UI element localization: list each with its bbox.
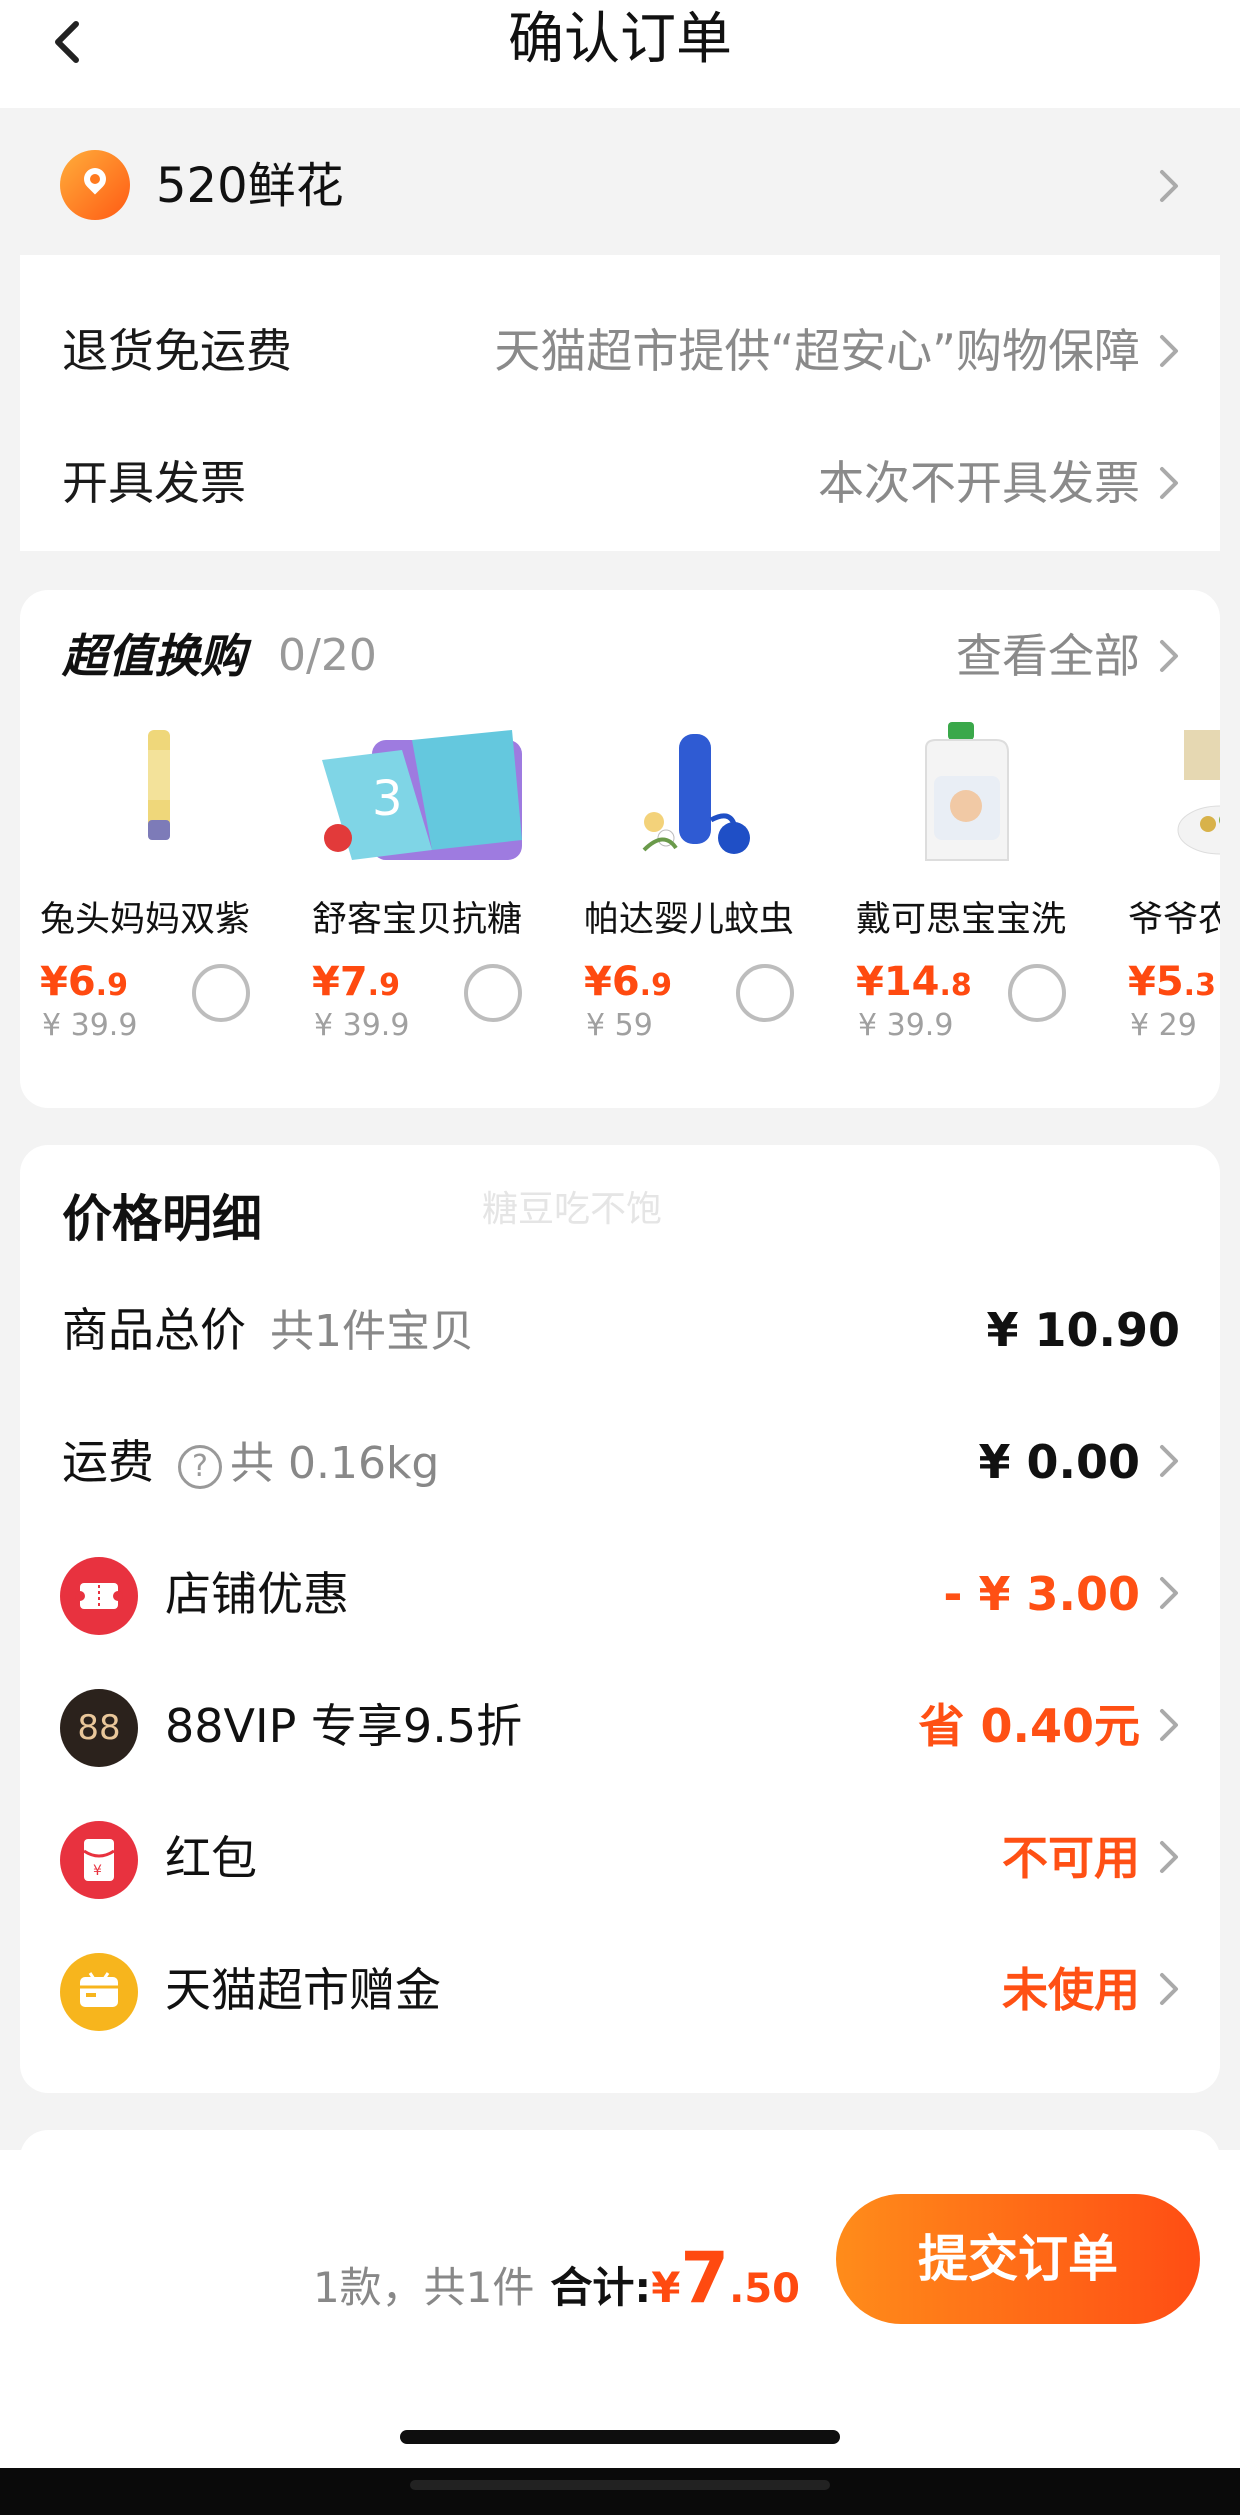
exchange-count: 0/20 xyxy=(278,630,377,681)
exchange-product[interactable]: 戴可思宝宝洗 ¥14.8 ¥ 39.9 xyxy=(836,720,1096,1090)
vip-discount-value: 省 0.40元 xyxy=(918,1699,1140,1753)
bottom-strip xyxy=(0,2468,1240,2515)
product-original-price: ¥ 29 xyxy=(1130,1008,1197,1043)
view-all-link[interactable]: 查看全部 xyxy=(956,626,1140,686)
product-price: ¥7.9 xyxy=(312,959,400,1005)
product-original-price: ¥ 39.9 xyxy=(858,1008,954,1043)
select-radio[interactable] xyxy=(1008,964,1066,1022)
watermark-text: 糖豆吃不饱 xyxy=(482,1189,663,1230)
gift-money-value: 未使用 xyxy=(1002,1963,1140,2017)
goods-count: 共1件宝贝 xyxy=(270,1306,474,1357)
return-shipping-label: 退货免运费 xyxy=(62,324,292,378)
product-image xyxy=(40,720,270,870)
chevron-right-icon xyxy=(1156,1441,1184,1481)
product-name: 舒客宝贝抗糖 xyxy=(312,900,523,940)
address-row[interactable]: 520鲜花 xyxy=(0,130,1240,240)
chevron-right-icon xyxy=(1156,1573,1184,1613)
product-image: 3 xyxy=(312,720,542,870)
product-image xyxy=(1128,720,1220,870)
product-original-price: ¥ 39.9 xyxy=(42,1008,138,1043)
product-name: 爷爷农 xyxy=(1128,900,1220,940)
product-price: ¥6.9 xyxy=(40,959,128,1005)
product-image xyxy=(584,720,814,870)
svg-text:¥: ¥ xyxy=(93,1863,102,1879)
goods-total-label: 商品总价 共1件宝贝 xyxy=(62,1303,474,1357)
svg-text:3: 3 xyxy=(372,771,403,827)
chevron-right-icon xyxy=(1156,1705,1184,1745)
red-packet-label: 红包 xyxy=(165,1831,257,1885)
shop-discount-label: 店铺优惠 xyxy=(165,1567,349,1621)
coupon-icon xyxy=(60,1557,138,1635)
product-name: 兔头妈妈双紫 xyxy=(40,900,251,940)
header: 确认订单 xyxy=(0,0,1240,108)
product-price: ¥6.9 xyxy=(584,959,672,1005)
item-count: 1款，共1件 xyxy=(312,2263,535,2312)
exchange-card: 超值换购 0/20 查看全部 兔头妈妈双紫 ¥6.9 ¥ 39.9 3 舒客宝贝… xyxy=(20,590,1220,1108)
order-summary: 1款，共1件 合计:¥7.50 xyxy=(313,2240,800,2327)
total-amount: ¥7.50 xyxy=(651,2237,800,2319)
gift-money-row[interactable]: 天猫超市赠金 未使用 xyxy=(20,1935,1220,2045)
product-price: ¥14.8 xyxy=(856,959,972,1005)
shop-discount-value: - ¥ 3.00 xyxy=(943,1567,1140,1621)
vip-discount-label: 88VIP 专享9.5折 xyxy=(165,1699,523,1753)
exchange-product[interactable]: 3 舒客宝贝抗糖 ¥7.9 ¥ 39.9 xyxy=(292,720,552,1090)
product-price: ¥5.3 xyxy=(1128,959,1216,1005)
shop-discount-row[interactable]: 店铺优惠 - ¥ 3.00 xyxy=(20,1539,1220,1649)
shipping-label: 运费? 共 0.16kg xyxy=(62,1435,440,1489)
gift-money-label: 天猫超市赠金 xyxy=(165,1963,441,2017)
product-image xyxy=(856,720,1086,870)
chevron-right-icon xyxy=(1156,636,1184,676)
submit-order-button[interactable]: 提交订单 xyxy=(836,2194,1200,2324)
vip-88-icon: 88 xyxy=(60,1689,138,1767)
goods-total-value: ¥ 10.90 xyxy=(986,1303,1180,1357)
select-radio[interactable] xyxy=(464,964,522,1022)
chevron-right-icon xyxy=(1156,463,1184,503)
product-original-price: ¥ 59 xyxy=(586,1008,653,1043)
exchange-product[interactable]: 爷爷农 ¥5.3 ¥ 29 xyxy=(1108,720,1220,1090)
exchange-title: 超值换购 xyxy=(62,629,246,683)
total-label: 合计: xyxy=(550,2263,652,2312)
select-radio[interactable] xyxy=(736,964,794,1022)
exchange-product-list: 兔头妈妈双紫 ¥6.9 ¥ 39.9 3 舒客宝贝抗糖 ¥7.9 ¥ 39.9 … xyxy=(20,720,1220,1100)
invoice-row[interactable]: 开具发票 本次不开具发票 xyxy=(20,433,1220,533)
chevron-right-icon xyxy=(1156,166,1184,206)
red-packet-icon: ¥ xyxy=(60,1821,138,1899)
price-detail-card: 价格明细 糖豆吃不饱 商品总价 共1件宝贝 ¥ 10.90 运费? 共 0.16kg… xyxy=(20,1145,1220,2093)
price-detail-title: 价格明细 xyxy=(62,1190,262,1248)
vip-discount-row[interactable]: 88 88VIP 专享9.5折 省 0.40元 xyxy=(20,1671,1220,1781)
bottom-bar: 1款，共1件 合计:¥7.50 提交订单 xyxy=(0,2150,1240,2470)
gift-card-icon xyxy=(60,1953,138,2031)
page-title: 确认订单 xyxy=(508,7,732,72)
goods-total-row: 商品总价 共1件宝贝 ¥ 10.90 xyxy=(20,1275,1220,1385)
chevron-right-icon xyxy=(1156,1837,1184,1877)
invoice-label: 开具发票 xyxy=(62,456,246,510)
services-card: 退货免运费 天猫超市提供“超安心”购物保障 开具发票 本次不开具发票 xyxy=(20,255,1220,551)
return-shipping-value: 天猫超市提供“超安心”购物保障 xyxy=(494,324,1140,378)
red-packet-value: 不可用 xyxy=(1002,1831,1140,1885)
shipping-weight: 共 0.16kg xyxy=(230,1438,440,1489)
chevron-right-icon xyxy=(1156,331,1184,371)
help-icon[interactable]: ? xyxy=(178,1445,222,1489)
exchange-product[interactable]: 帕达婴儿蚊虫 ¥6.9 ¥ 59 xyxy=(564,720,824,1090)
product-original-price: ¥ 39.9 xyxy=(314,1008,410,1043)
home-indicator[interactable] xyxy=(400,2430,840,2444)
location-pin-icon xyxy=(60,150,130,220)
product-name: 戴可思宝宝洗 xyxy=(856,900,1067,940)
order-confirm-page: 确认订单 520鲜花 退货免运费 天猫超市提供“超安心”购物保障 开具发票 本次… xyxy=(0,0,1240,2515)
red-packet-row[interactable]: ¥ 红包 不可用 xyxy=(20,1803,1220,1913)
product-name: 帕达婴儿蚊虫 xyxy=(584,900,795,940)
select-radio[interactable] xyxy=(192,964,250,1022)
invoice-value: 本次不开具发票 xyxy=(818,456,1140,510)
address-text: 520鲜花 xyxy=(156,158,344,214)
chevron-right-icon xyxy=(1156,1969,1184,2009)
exchange-product[interactable]: 兔头妈妈双紫 ¥6.9 ¥ 39.9 xyxy=(20,720,280,1090)
shipping-row[interactable]: 运费? 共 0.16kg ¥ 0.00 xyxy=(20,1407,1220,1517)
shipping-value: ¥ 0.00 xyxy=(978,1435,1140,1489)
return-shipping-row[interactable]: 退货免运费 天猫超市提供“超安心”购物保障 xyxy=(20,301,1220,401)
